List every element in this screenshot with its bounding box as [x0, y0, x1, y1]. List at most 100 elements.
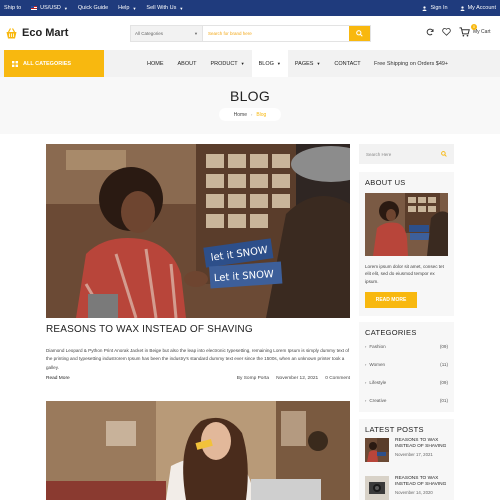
nav-item-home[interactable]: HOME — [140, 50, 171, 77]
sidebar-search — [359, 144, 454, 164]
categories-heading: CATEGORIES — [365, 328, 417, 337]
chevron-right-icon: › — [365, 397, 367, 403]
nav-item-label: PAGES — [294, 60, 314, 67]
cart-count-badge: 0 — [471, 24, 477, 30]
all-categories-button[interactable]: ALL CATEGORIES — [4, 50, 104, 77]
logo[interactable]: Eco Mart — [5, 27, 68, 39]
post-photo: let it SNOW Let it SNOW — [46, 144, 350, 318]
my-account-link[interactable]: My Account — [460, 5, 496, 11]
cart-icon — [459, 27, 470, 37]
user-icon — [460, 5, 465, 11]
read-more-link[interactable]: Read More — [46, 376, 70, 381]
latest-post-title[interactable]: REASONS TO WAX INSTEAD OF SHAVING — [395, 476, 453, 488]
about-image — [365, 193, 448, 256]
nav-item-about[interactable]: ABOUT — [171, 50, 204, 77]
category-item-women[interactable]: › Women (11) — [365, 359, 448, 369]
latest-posts-widget: LATEST POSTS REASONS TO WAX INSTEAD OF S… — [359, 419, 454, 500]
nav-item-blog[interactable]: BLOG ▼ — [251, 50, 288, 77]
category-count: (11) — [440, 361, 448, 367]
quick-guide-link[interactable]: Quick Guide — [78, 5, 108, 11]
free-shipping-notice: Free Shipping on Orders $49+ — [374, 60, 449, 67]
help-menu[interactable]: Help ▼ — [118, 5, 136, 11]
top-bar: Ship to US/USD ▼ Quick Guide Help ▼ Sell… — [0, 0, 500, 16]
category-count: (09) — [439, 343, 448, 349]
currency-selector[interactable]: US/USD ▼ — [31, 5, 68, 11]
search-input[interactable] — [203, 26, 349, 41]
about-heading: ABOUT US — [365, 178, 406, 187]
sign-in-label: Sign In — [430, 5, 448, 11]
category-name: Fashion — [369, 343, 386, 349]
category-item-lifestyle[interactable]: › Lifestyle (09) — [365, 377, 448, 387]
cart-label: My Cart — [473, 29, 491, 35]
sidebar-search-input[interactable] — [366, 151, 436, 157]
post-excerpt: Diamond Leopard & Python Print Anorak Ja… — [46, 348, 350, 370]
chevron-down-icon: ▼ — [240, 61, 245, 66]
header-icons: My Cart — [426, 27, 491, 37]
page-banner — [0, 77, 500, 134]
my-account-label: My Account — [467, 5, 496, 11]
category-name: Lifestyle — [369, 379, 387, 385]
post-image[interactable]: let it SNOW Let it SNOW — [46, 144, 350, 318]
category-name: Women — [369, 361, 386, 367]
post-image[interactable] — [46, 401, 350, 500]
post-comments[interactable]: 0 Comment — [325, 376, 350, 381]
breadcrumb-home[interactable]: Home — [234, 112, 247, 118]
chevron-right-icon: › — [250, 112, 253, 117]
refresh-icon[interactable] — [426, 28, 434, 36]
read-more-button[interactable]: READ MORE — [365, 292, 417, 308]
nav-item-product[interactable]: PRODUCT ▼ — [203, 50, 251, 77]
nav-menu: HOME ABOUT PRODUCT ▼ BLOG ▼ PAGES ▼ CONTACT — [140, 50, 368, 77]
about-widget: ABOUT US Lorem ipsum dolor sit amet, con… — [359, 172, 454, 316]
sell-with-us-label: Sell With Us — [146, 5, 177, 11]
main-nav: ALL CATEGORIES HOME ABOUT PRODUCT ▼ BLOG ▼… — [0, 50, 500, 77]
breadcrumb: Home › Blog — [219, 108, 281, 121]
chevron-right-icon: › — [365, 379, 367, 385]
categories-widget: CATEGORIES › Fashion (09) › Women (11) › Li… — [359, 322, 454, 412]
category-count: (09) — [439, 379, 448, 385]
chevron-right-icon: › — [365, 343, 367, 349]
chevron-down-icon: ▼ — [132, 5, 137, 11]
chevron-down-icon: ▼ — [179, 5, 184, 11]
nav-item-pages[interactable]: PAGES ▼ — [288, 50, 328, 77]
chevron-down-icon: ▼ — [276, 61, 281, 66]
logo-text: Eco Mart — [22, 27, 69, 39]
category-item-creative[interactable]: › Creative (01) — [365, 395, 448, 405]
search-icon[interactable] — [441, 151, 447, 157]
post-title[interactable]: REASONS TO WAX INSTEAD OF SHAVING — [46, 324, 253, 335]
flag-icon — [31, 6, 38, 10]
post-author[interactable]: By Somp Porta — [237, 376, 269, 381]
latest-post-thumbnail[interactable] — [365, 438, 389, 462]
breadcrumb-current: Blog — [256, 111, 267, 118]
nav-item-label: HOME — [147, 60, 164, 67]
nav-item-label: CONTACT — [334, 60, 361, 67]
sell-with-us-menu[interactable]: Sell With Us ▼ — [146, 5, 183, 11]
category-select[interactable]: All Categories ▼ — [131, 26, 203, 41]
latest-post-item[interactable]: REASONS TO WAX INSTEAD OF SHAVING Novemb… — [365, 476, 453, 500]
menu-icon — [12, 60, 18, 67]
all-categories-label: ALL CATEGORIES — [23, 60, 72, 67]
chevron-down-icon: ▼ — [194, 31, 198, 36]
chevron-down-icon: ▼ — [63, 5, 68, 11]
latest-post-thumbnail[interactable] — [365, 476, 389, 500]
category-count: (01) — [439, 397, 448, 403]
post-photo — [46, 401, 350, 500]
post-meta: Read More By Somp Porta November 12, 202… — [46, 376, 350, 385]
nav-item-contact[interactable]: CONTACT — [327, 50, 367, 77]
page-title: BLOG — [229, 88, 271, 104]
category-item-fashion[interactable]: › Fashion (09) — [365, 341, 448, 351]
search-icon — [356, 30, 363, 37]
latest-posts-heading: LATEST POSTS — [365, 425, 424, 434]
ship-to-link[interactable]: Ship to — [4, 5, 21, 11]
nav-item-label: ABOUT — [177, 60, 197, 67]
search-button[interactable] — [349, 26, 370, 41]
post-date: November 12, 2021 — [276, 376, 319, 381]
sign-in-link[interactable]: Sign In — [422, 5, 448, 11]
category-name: Creative — [369, 397, 387, 403]
nav-item-label: PRODUCT — [210, 60, 238, 67]
basket-icon — [6, 27, 17, 38]
latest-post-title[interactable]: REASONS TO WAX INSTEAD OF SHAVING — [395, 438, 453, 450]
currency-label: US/USD — [40, 5, 61, 11]
latest-post-date: November 17, 2021 — [395, 452, 433, 457]
heart-icon[interactable] — [442, 28, 451, 36]
latest-post-item[interactable]: REASONS TO WAX INSTEAD OF SHAVING Novemb… — [365, 438, 453, 462]
